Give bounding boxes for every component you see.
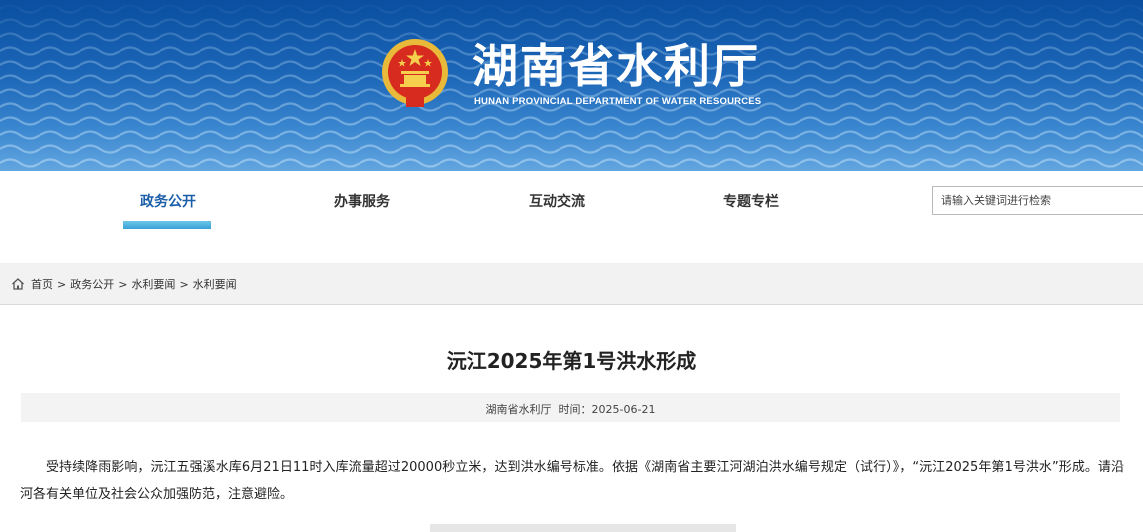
nav-item-zhuanti[interactable]: 专题专栏 [701, 191, 801, 211]
nav-item-hudong[interactable]: 互动交流 [507, 191, 607, 211]
site-title: 湖南省水利厅 [472, 39, 760, 93]
breadcrumb-zhengwu-link[interactable]: 政务公开 [70, 276, 114, 292]
nav-item-zhengwu[interactable]: 政务公开 [118, 191, 218, 211]
article-meta: 湖南省水利厅 时间：2025-06-21 [485, 403, 656, 416]
main-nav: 政务公开 办事服务 互动交流 专题专栏 [0, 171, 1143, 262]
breadcrumb-bar: 首页 > 政务公开 > 水利要闻 > 水利要闻 [0, 263, 1143, 305]
article-title: 沅江2025年第1号洪水形成 [446, 349, 697, 373]
home-icon [12, 278, 24, 290]
breadcrumb-separator: > [118, 277, 128, 291]
site-subtitle: HUNAN PROVINCIAL DEPARTMENT OF WATER RES… [474, 96, 762, 107]
nav-item-banshi[interactable]: 办事服务 [312, 191, 412, 211]
nav-active-indicator [123, 221, 211, 229]
page: 湖南省水利厅 HUNAN PROVINCIAL DEPARTMENT OF WA… [0, 0, 1143, 532]
breadcrumb-home-link[interactable]: 首页 [31, 276, 53, 292]
breadcrumb-shuili-current-link[interactable]: 水利要闻 [193, 276, 237, 292]
breadcrumb-separator: > [57, 277, 67, 291]
article-figure [430, 524, 736, 532]
article-body: 受持续降雨影响，沅江五强溪水库6月21日11时入库流量超过20000秒立米，达到… [20, 460, 1124, 502]
search-input[interactable] [932, 186, 1143, 215]
breadcrumb: 首页 > 政务公开 > 水利要闻 > 水利要闻 [11, 276, 237, 292]
article-meta-bar: 湖南省水利厅 时间：2025-06-21 [21, 393, 1120, 422]
header-banner: 湖南省水利厅 HUNAN PROVINCIAL DEPARTMENT OF WA… [0, 0, 1143, 171]
breadcrumb-separator: > [179, 277, 189, 291]
national-emblem-icon [382, 39, 448, 107]
breadcrumb-shuili-link[interactable]: 水利要闻 [131, 276, 175, 292]
